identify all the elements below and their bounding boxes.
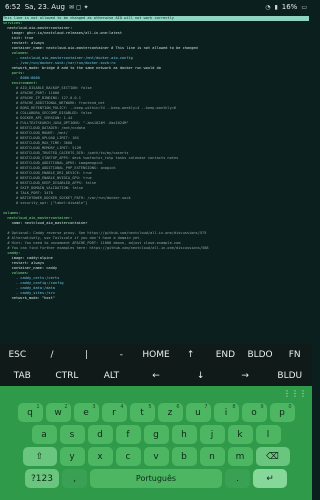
key-shift[interactable]: ⇧ [22,447,57,466]
extra-key-fn[interactable]: FN [277,344,312,365]
key-enter[interactable]: ↵ [253,469,287,488]
key-y[interactable]: y [59,447,85,466]
key-k[interactable]: k [227,425,253,444]
status-time: 6:52 [5,3,21,11]
key-b[interactable]: b [171,447,197,466]
extra-key-[interactable]: → [223,365,268,386]
extra-key-tab[interactable]: TAB [0,365,45,386]
extra-key-alt[interactable]: ALT [89,365,134,386]
key-numbers[interactable]: ?123 [25,469,59,488]
extra-key-[interactable]: / [35,344,70,365]
key-backspace[interactable]: ⌫ [255,447,290,466]
key-m[interactable]: m [227,447,253,466]
key-p[interactable]: p0 [269,403,295,422]
key-s[interactable]: s [59,425,85,444]
key-g[interactable]: g [143,425,169,444]
key-z[interactable]: z6 [157,403,183,422]
key-h[interactable]: h [171,425,197,444]
key-r[interactable]: r4 [101,403,127,422]
keyboard-grid-icon[interactable]: ⋮⋮⋮ [283,389,307,398]
key-space[interactable]: Português [90,469,222,488]
key-n[interactable]: n [199,447,225,466]
extra-key-ctrl[interactable]: CTRL [45,365,90,386]
battery-level: 16% [281,3,298,11]
key-t[interactable]: t5 [129,403,155,422]
extra-key-[interactable]: ↓ [178,365,223,386]
battery-icon: ▭ [301,3,307,11]
notification-icons: ✉ ▢ ✦ [68,3,89,11]
terminal-empty-area[interactable] [0,302,312,344]
extra-key-[interactable]: | [69,344,104,365]
key-a[interactable]: a [31,425,57,444]
extra-key-esc[interactable]: ESC [0,344,35,365]
key-o[interactable]: o9 [241,403,267,422]
wifi-icon: ◔ [265,3,271,11]
terminal-output[interactable]: This line is not allowed to be changed a… [0,14,312,302]
key-q[interactable]: q1 [17,403,43,422]
key-l[interactable]: l [255,425,281,444]
extra-key-bldu[interactable]: BLDU [267,365,312,386]
soft-keyboard: ⋮⋮⋮ q1w2e3r4t5z6u7i8o9p0 asdfghjkl ⇧ y x c v… [0,386,312,500]
key-j[interactable]: j [199,425,225,444]
extra-key-home[interactable]: HOME [139,344,174,365]
key-d[interactable]: d [87,425,113,444]
signal-icon: ▮ [274,3,278,11]
extra-key-[interactable]: ← [134,365,179,386]
key-f[interactable]: f [115,425,141,444]
key-e[interactable]: e3 [73,403,99,422]
key-u[interactable]: u7 [185,403,211,422]
extra-keys-bar: ESC / | - HOME ↑ END BLDO FN TAB CTRL ALT ← ↓ → BLDU [0,344,312,386]
key-w[interactable]: w2 [45,403,71,422]
extra-key-[interactable]: - [104,344,139,365]
extra-key-[interactable]: ↑ [173,344,208,365]
key-comma[interactable]: , [62,469,87,488]
extra-key-bldo[interactable]: BLDO [243,344,278,365]
status-date: Sa, 23. Aug [24,3,65,11]
extra-key-end[interactable]: END [208,344,243,365]
key-c[interactable]: c [115,447,141,466]
status-bar: 6:52 Sa, 23. Aug ✉ ▢ ✦ ◔ ▮ 16% ▭ [0,0,312,14]
key-period[interactable]: . [225,469,250,488]
key-v[interactable]: v [143,447,169,466]
key-i[interactable]: i8 [213,403,239,422]
suggestion-strip: ⋮⋮⋮ [0,386,312,400]
key-x[interactable]: x [87,447,113,466]
